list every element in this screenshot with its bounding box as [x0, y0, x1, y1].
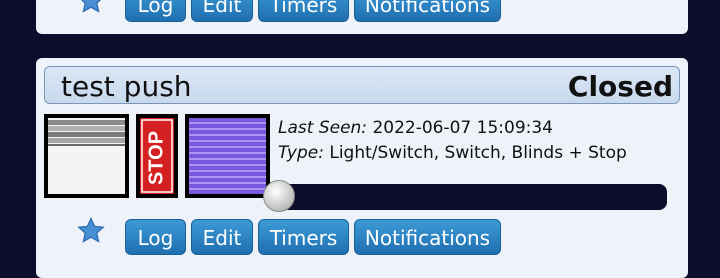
device-name: test push: [61, 70, 192, 103]
blinds-open-icon: [48, 118, 125, 194]
last-seen-value: 2022-06-07 15:09:34: [372, 118, 553, 138]
edit-button[interactable]: Edit: [191, 219, 253, 255]
stop-button[interactable]: STOP: [136, 114, 178, 198]
device-state: Closed: [567, 70, 673, 103]
type-row: Type: Light/Switch, Switch, Blinds + Sto…: [278, 143, 627, 163]
last-seen-label: Last Seen:: [278, 118, 368, 138]
level-slider-track[interactable]: [273, 184, 667, 210]
blinds-closed-icon: [189, 118, 266, 194]
device-card: test push Closed STOP Last Seen: 2022-06…: [36, 58, 688, 278]
device-titlebar: test push Closed: [44, 66, 680, 104]
blinds-open-button[interactable]: [44, 114, 129, 198]
notifications-button[interactable]: Notifications: [354, 0, 501, 22]
favorite-star-icon[interactable]: [76, 216, 106, 246]
type-value: Light/Switch, Switch, Blinds + Stop: [329, 143, 627, 163]
edit-button[interactable]: Edit: [191, 0, 253, 22]
blinds-close-button[interactable]: [185, 114, 270, 198]
log-button[interactable]: Log: [125, 219, 186, 255]
last-seen-row: Last Seen: 2022-06-07 15:09:34: [278, 118, 553, 138]
timers-button[interactable]: Timers: [258, 219, 349, 255]
timers-button[interactable]: Timers: [258, 0, 349, 22]
device-card-previous: Log Edit Timers Notifications: [36, 0, 688, 34]
type-label: Type:: [278, 143, 324, 163]
log-button[interactable]: Log: [125, 0, 186, 22]
notifications-button[interactable]: Notifications: [354, 219, 501, 255]
level-slider-thumb[interactable]: [263, 180, 295, 212]
svg-text:STOP: STOP: [145, 131, 167, 185]
favorite-star-icon[interactable]: [76, 0, 106, 16]
stop-icon: STOP: [141, 119, 173, 193]
